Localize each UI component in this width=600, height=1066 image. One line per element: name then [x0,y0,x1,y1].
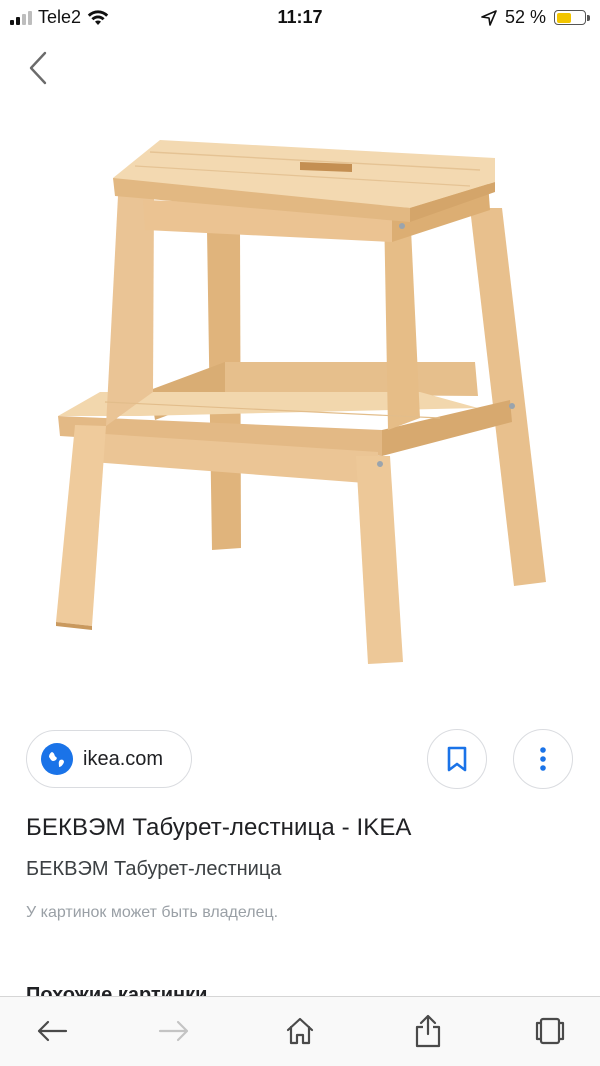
home-button[interactable] [276,1009,324,1053]
status-bar: Tele2 11:17 52 % [0,0,600,36]
bottom-toolbar [0,996,600,1066]
owner-note: У картинок может быть владелец. [26,904,279,921]
more-options-button[interactable] [513,729,573,789]
battery-level [556,12,571,23]
share-button[interactable] [404,1009,452,1053]
status-right: 52 % [481,7,590,28]
source-domain: ikea.com [83,747,164,770]
battery-percent: 52 % [504,7,546,27]
more-vertical-icon [540,747,546,771]
back-arrow-icon [37,1020,68,1042]
save-button[interactable] [427,729,487,789]
globe-icon [41,743,73,775]
chevron-left-icon [29,51,47,85]
location-arrow-icon [481,9,497,26]
home-icon [286,1017,314,1045]
browser-back-button[interactable] [28,1009,76,1053]
source-link[interactable]: ikea.com [26,730,192,788]
browser-forward-button[interactable] [150,1009,198,1053]
similar-images-heading: Похожие картинки [26,984,208,996]
share-icon [415,1014,441,1048]
result-title[interactable]: БЕКВЭМ Табурет-лестница - IKEA [26,814,412,842]
result-subtitle: БЕКВЭМ Табурет-лестница [26,858,282,880]
bookmark-icon [447,746,467,772]
tabs-button[interactable] [526,1009,574,1053]
forward-arrow-icon [158,1020,189,1042]
product-image[interactable] [0,100,600,700]
back-button[interactable] [18,46,58,90]
tabs-icon [535,1017,565,1045]
battery-icon [554,10,590,25]
